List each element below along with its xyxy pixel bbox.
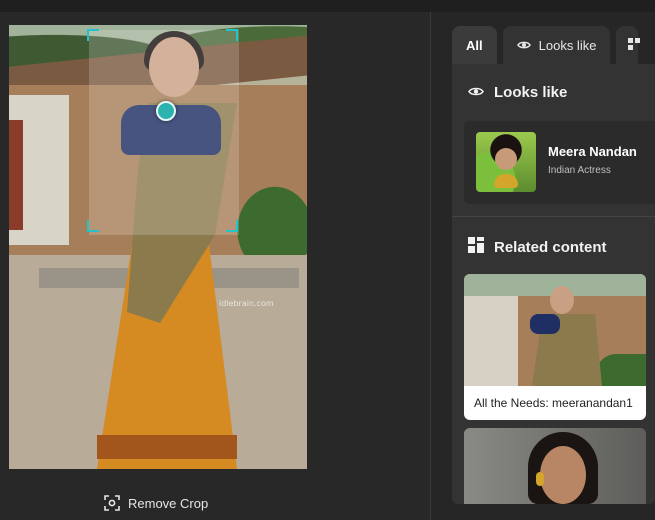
image-watermark: idlebrain.com xyxy=(219,299,274,308)
results-card: Looks like Meera Nandan Indian Actress R… xyxy=(452,64,655,504)
related-content-heading: Related content xyxy=(468,237,607,257)
related-thumbnail xyxy=(464,274,646,386)
person-match-card[interactable]: Meera Nandan Indian Actress xyxy=(464,121,655,204)
tab-related[interactable] xyxy=(616,26,641,64)
related-item[interactable] xyxy=(464,428,646,504)
crop-handle-bottom-left[interactable] xyxy=(87,220,99,232)
crop-handle-top-left[interactable] xyxy=(87,29,99,41)
eye-icon xyxy=(468,84,484,101)
eye-icon xyxy=(516,38,531,53)
crop-handle-bottom-right[interactable] xyxy=(226,220,238,232)
results-panel: All Looks like Looks like Meera Nandan I… xyxy=(452,12,655,520)
person-thumbnail xyxy=(476,132,536,192)
tab-looks-like[interactable]: Looks like xyxy=(502,26,611,64)
top-bar xyxy=(0,0,655,12)
person-role: Indian Actress xyxy=(548,165,611,176)
tab-all-label: All xyxy=(466,37,483,53)
looks-like-title: Looks like xyxy=(494,84,568,101)
person-name: Meera Nandan xyxy=(548,144,637,159)
visual-search-hotspot[interactable] xyxy=(156,101,176,121)
remove-crop-label: Remove Crop xyxy=(128,495,209,511)
tab-all[interactable]: All xyxy=(452,26,497,64)
grid-icon xyxy=(468,237,484,257)
image-pane: idlebrain.com Remove Crop xyxy=(0,12,430,520)
search-image[interactable]: idlebrain.com xyxy=(9,25,307,469)
related-item[interactable]: All the Needs: meeranandan1 xyxy=(464,274,646,420)
results-tabs: All Looks like xyxy=(452,26,641,64)
related-content-title: Related content xyxy=(494,238,607,256)
looks-like-heading: Looks like xyxy=(468,84,567,101)
section-divider xyxy=(452,216,655,217)
crop-region[interactable] xyxy=(89,30,239,235)
remove-crop-button[interactable]: Remove Crop xyxy=(104,492,208,514)
related-caption: All the Needs: meeranandan1 xyxy=(474,396,633,410)
crop-remove-icon xyxy=(104,495,120,511)
grid-icon xyxy=(628,37,641,53)
tab-looks-like-label: Looks like xyxy=(538,37,597,53)
crop-handle-top-right[interactable] xyxy=(226,29,238,41)
pane-divider xyxy=(430,12,431,520)
